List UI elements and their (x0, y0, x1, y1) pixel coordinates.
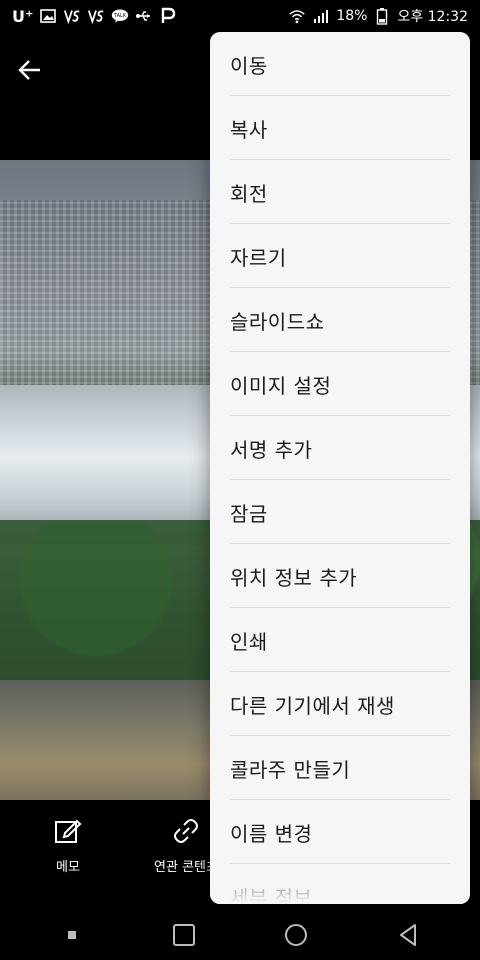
menu-item-crop[interactable]: 자르기 (210, 224, 470, 288)
p-icon (159, 7, 177, 25)
vs-icon (87, 7, 105, 25)
menu-item-play-on-other-device[interactable]: 다른 기기에서 재생 (210, 672, 470, 736)
navigation-bar (0, 910, 480, 960)
dot-icon (68, 931, 76, 939)
usb-icon (135, 7, 153, 25)
back-icon (400, 924, 416, 946)
back-button[interactable] (12, 52, 48, 88)
status-right: 18% 오후 12:32 (288, 6, 468, 26)
menu-item-create-collage[interactable]: 콜라주 만들기 (210, 736, 470, 800)
status-left: U⁺ TALK (12, 7, 177, 26)
status-bar: U⁺ TALK 18% 오후 12:32 (0, 0, 480, 32)
image-icon (39, 7, 57, 25)
memo-icon (55, 819, 82, 843)
menu-list: 이동 복사 회전 자르기 슬라이드쇼 이미지 설정 서명 추가 잠금 위치 정보… (210, 32, 470, 904)
more-options-menu: 이동 복사 회전 자르기 슬라이드쇼 이미지 설정 서명 추가 잠금 위치 정보… (210, 32, 470, 904)
vs-icon (63, 7, 81, 25)
menu-item-details[interactable]: 세부 정보 (210, 864, 470, 905)
talk-icon: TALK (111, 7, 129, 25)
memo-label: 메모 (56, 859, 80, 875)
menu-item-move[interactable]: 이동 (210, 32, 470, 96)
menu-item-rename[interactable]: 이름 변경 (210, 800, 470, 864)
nav-dot-button[interactable] (40, 913, 104, 957)
menu-item-add-signature[interactable]: 서명 추가 (210, 416, 470, 480)
nav-home-button[interactable] (264, 913, 328, 957)
related-content-label: 연관 콘텐츠 (154, 859, 218, 875)
carrier-label: U⁺ (12, 6, 34, 26)
battery-icon (373, 7, 391, 25)
menu-item-rotate[interactable]: 회전 (210, 160, 470, 224)
arrow-left-icon (18, 60, 40, 80)
link-icon (174, 818, 198, 843)
home-icon (285, 924, 307, 946)
gallery-screen: U⁺ TALK 18% 오후 12:32 메모 연관 콘텐츠 이동 복사 회전 … (0, 0, 480, 960)
menu-item-set-image[interactable]: 이미지 설정 (210, 352, 470, 416)
menu-item-copy[interactable]: 복사 (210, 96, 470, 160)
menu-item-slideshow[interactable]: 슬라이드쇼 (210, 288, 470, 352)
menu-item-print[interactable]: 인쇄 (210, 608, 470, 672)
clock: 오후 12:32 (397, 9, 468, 25)
svg-text:TALK: TALK (113, 13, 127, 19)
recent-icon (173, 924, 195, 946)
menu-item-lock[interactable]: 잠금 (210, 480, 470, 544)
signal-icon (312, 7, 330, 25)
nav-recent-button[interactable] (152, 913, 216, 957)
menu-item-add-location[interactable]: 위치 정보 추가 (210, 544, 470, 608)
nav-back-button[interactable] (376, 913, 440, 957)
battery-percent: 18% (336, 8, 368, 24)
wifi-icon (288, 7, 306, 25)
memo-button[interactable]: 메모 (18, 800, 118, 890)
